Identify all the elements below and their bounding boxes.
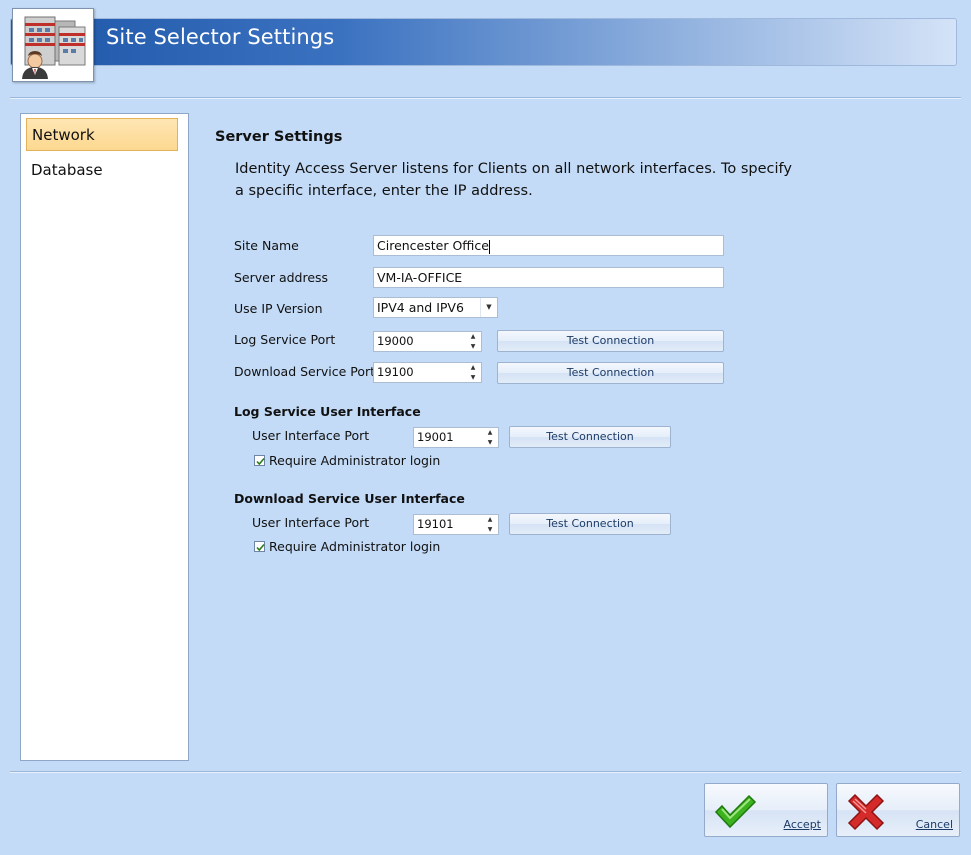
window-title: Site Selector Settings bbox=[106, 25, 335, 49]
footer-divider bbox=[10, 771, 961, 773]
download-ui-require-login-label: Require Administrator login bbox=[269, 539, 441, 554]
server-address-label: Server address bbox=[234, 270, 329, 285]
spin-down-icon[interactable]: ▼ bbox=[465, 373, 481, 382]
chevron-down-icon[interactable]: ▼ bbox=[480, 298, 497, 317]
download-ui-test-connection-button[interactable]: Test Connection bbox=[509, 513, 671, 535]
cancel-label: Cancel bbox=[915, 818, 953, 831]
download-service-port-value: 19100 bbox=[377, 365, 414, 379]
sidebar-item-label: Network bbox=[32, 126, 95, 144]
accept-button[interactable]: Accept bbox=[704, 783, 828, 837]
ip-version-select[interactable]: IPV4 and IPV6 ▼ bbox=[373, 297, 498, 318]
log-service-port-stepper[interactable]: 19000 ▲ ▼ bbox=[373, 331, 482, 352]
site-name-label: Site Name bbox=[234, 238, 299, 253]
download-service-port-label: Download Service Port bbox=[234, 364, 376, 379]
sidebar: Network Database bbox=[20, 113, 189, 761]
spin-down-icon[interactable]: ▼ bbox=[482, 438, 498, 447]
log-ui-port-label: User Interface Port bbox=[252, 428, 370, 443]
section-title-server-settings: Server Settings bbox=[215, 129, 343, 145]
download-service-port-stepper[interactable]: 19100 ▲ ▼ bbox=[373, 362, 482, 383]
download-ui-port-label: User Interface Port bbox=[252, 515, 370, 530]
text-cursor bbox=[488, 239, 490, 254]
spin-up-icon[interactable]: ▲ bbox=[465, 363, 481, 372]
sidebar-item-network[interactable]: Network bbox=[26, 118, 178, 151]
ip-version-label: Use IP Version bbox=[234, 301, 323, 316]
spin-down-icon[interactable]: ▼ bbox=[482, 525, 498, 534]
log-ui-port-value: 19001 bbox=[417, 430, 454, 444]
spin-up-icon[interactable]: ▲ bbox=[482, 515, 498, 524]
site-name-value: Cirencester Office bbox=[377, 238, 489, 253]
accept-label: Accept bbox=[783, 818, 822, 831]
log-ui-test-connection-button[interactable]: Test Connection bbox=[509, 426, 671, 448]
server-address-value: VM-IA-OFFICE bbox=[377, 270, 463, 285]
log-service-ui-title: Log Service User Interface bbox=[234, 404, 421, 419]
download-ui-require-login-checkbox[interactable] bbox=[254, 541, 265, 552]
site-selector-icon bbox=[12, 8, 94, 82]
log-ui-require-login-checkbox[interactable] bbox=[254, 455, 265, 466]
download-ui-port-stepper[interactable]: 19101 ▲ ▼ bbox=[413, 514, 499, 535]
sidebar-item-label: Database bbox=[31, 161, 103, 179]
download-ui-port-value: 19101 bbox=[417, 517, 454, 531]
cancel-button[interactable]: Cancel bbox=[836, 783, 960, 837]
spin-up-icon[interactable]: ▲ bbox=[482, 428, 498, 437]
log-service-port-value: 19000 bbox=[377, 334, 414, 348]
spin-down-icon[interactable]: ▼ bbox=[465, 342, 481, 351]
checkmark-icon bbox=[714, 794, 757, 829]
log-service-port-label: Log Service Port bbox=[234, 332, 336, 347]
site-name-input[interactable]: Cirencester Office bbox=[373, 235, 724, 256]
close-icon bbox=[847, 793, 885, 831]
server-settings-description: Identity Access Server listens for Clien… bbox=[235, 161, 792, 199]
server-address-input[interactable]: VM-IA-OFFICE bbox=[373, 267, 724, 288]
sidebar-item-database[interactable]: Database bbox=[26, 154, 178, 187]
log-ui-require-login-label: Require Administrator login bbox=[269, 453, 441, 468]
ip-version-value: IPV4 and IPV6 bbox=[377, 300, 464, 315]
log-service-test-connection-button[interactable]: Test Connection bbox=[497, 330, 724, 352]
log-ui-port-stepper[interactable]: 19001 ▲ ▼ bbox=[413, 427, 499, 448]
download-service-test-connection-button[interactable]: Test Connection bbox=[497, 362, 724, 384]
download-service-ui-title: Download Service User Interface bbox=[234, 491, 465, 506]
header-divider bbox=[10, 97, 961, 99]
spin-up-icon[interactable]: ▲ bbox=[465, 332, 481, 341]
